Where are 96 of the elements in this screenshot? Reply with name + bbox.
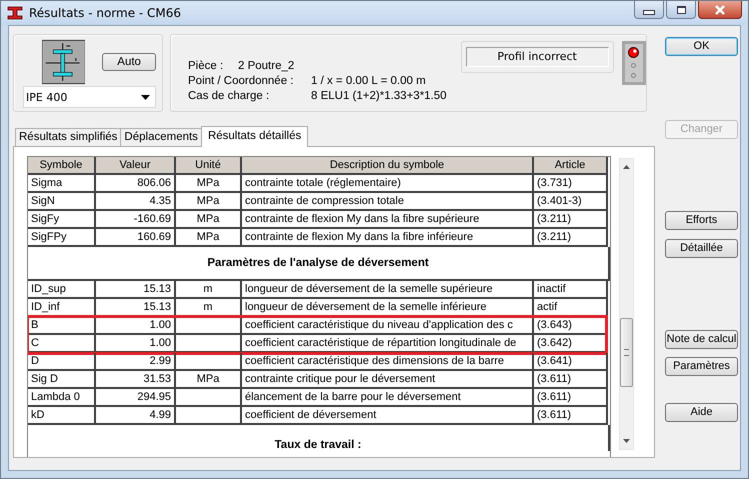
table-cell: kD bbox=[28, 407, 96, 425]
table-cell: D bbox=[28, 353, 96, 371]
table-cell: MPa bbox=[176, 193, 242, 211]
table-cell: contrainte de flexion My dans la fibre inférieure bbox=[242, 229, 534, 247]
dialog-button[interactable]: Détaillée bbox=[665, 239, 738, 258]
table-cell: m bbox=[176, 299, 242, 317]
dialog-button[interactable]: OK bbox=[665, 37, 738, 56]
table-cell: Sigma bbox=[28, 175, 96, 193]
table-cell: (3.611) bbox=[534, 407, 608, 425]
dialog-button[interactable]: Efforts bbox=[665, 211, 738, 230]
info-label: Point / Coordonnée : bbox=[188, 74, 294, 89]
table-cell: (3.611) bbox=[534, 389, 608, 407]
window-title: Résultats - norme - CM66 bbox=[29, 6, 182, 20]
vertical-scrollbar[interactable] bbox=[619, 158, 634, 450]
table-cell: -160.69 bbox=[96, 211, 176, 229]
dialog-button[interactable]: Note de calcul bbox=[665, 330, 738, 349]
table-cell: MPa bbox=[176, 229, 242, 247]
table-cell: 2.99 bbox=[96, 353, 176, 371]
table-cell: contrainte de compression totale bbox=[242, 193, 534, 211]
table-cell: MPa bbox=[176, 175, 242, 193]
table-cell bbox=[176, 317, 242, 335]
traffic-light bbox=[622, 41, 646, 85]
table-cell: MPa bbox=[176, 211, 242, 229]
profile-dropdown[interactable]: IPE 400 bbox=[23, 86, 156, 108]
table-cell: SigFy bbox=[28, 211, 96, 229]
scroll-up-icon bbox=[623, 165, 630, 169]
table-cell: (3.641) bbox=[534, 353, 608, 371]
column-header: Description du symbole bbox=[242, 157, 534, 175]
table-cell: élancement de la barre pour le déversement bbox=[242, 389, 534, 407]
column-header: Unité bbox=[176, 157, 242, 175]
info-value: 2 Poutre_2 bbox=[238, 59, 294, 74]
table-cell: B bbox=[28, 317, 96, 335]
dialog-button[interactable]: Paramètres bbox=[665, 357, 738, 376]
table-cell bbox=[176, 353, 242, 371]
close-icon bbox=[713, 4, 727, 14]
table-cell: coefficient de déversement bbox=[242, 407, 534, 425]
section-heading: Taux de travail : bbox=[274, 439, 362, 451]
table-cell: coefficient caractéristique de répartition longitudinale de bbox=[242, 335, 534, 353]
table-cell: 294.95 bbox=[96, 389, 176, 407]
table-cell: MPa bbox=[176, 371, 242, 389]
info-label: Cas de charge : bbox=[188, 89, 270, 104]
table-cell: 1.00 bbox=[96, 317, 176, 335]
table-cell: (3.643) bbox=[534, 317, 608, 335]
info-value: 1 / x = 0.00 L = 0.00 m bbox=[311, 74, 426, 89]
tab[interactable]: Résultats simplifiés bbox=[15, 128, 122, 146]
table-cell: C bbox=[28, 335, 96, 353]
table-cell: 15.13 bbox=[96, 281, 176, 299]
table-cell bbox=[176, 407, 242, 425]
table-cell: (3.731) bbox=[534, 175, 608, 193]
close-button[interactable] bbox=[698, 1, 742, 19]
table-cell: (3.211) bbox=[534, 211, 608, 229]
table-cell: coefficient caractéristique du niveau d'application des c bbox=[242, 317, 534, 335]
table-cell: m bbox=[176, 281, 242, 299]
table-cell: 806.06 bbox=[96, 175, 176, 193]
table-cell: contrainte de flexion My dans la fibre supérieure bbox=[242, 211, 534, 229]
column-header: Valeur bbox=[96, 157, 176, 175]
table-cell: (3.611) bbox=[534, 371, 608, 389]
table-cell: 31.53 bbox=[96, 371, 176, 389]
maximize-button[interactable] bbox=[666, 1, 696, 19]
auto-button[interactable]: Auto bbox=[102, 53, 156, 71]
status-message: Profil incorrect bbox=[466, 47, 609, 67]
table-cell: Sig D bbox=[28, 371, 96, 389]
info-label: Pièce : bbox=[188, 59, 224, 74]
table-cell: 4.35 bbox=[96, 193, 176, 211]
tab[interactable]: Résultats détaillés bbox=[200, 126, 308, 147]
table-cell: inactif bbox=[534, 281, 608, 299]
table-cell: SigN bbox=[28, 193, 96, 211]
table-cell: longueur de déversement de la semelle inférieure bbox=[242, 299, 534, 317]
section-heading: Paramètres de l'analyse de déversement bbox=[207, 257, 429, 269]
table-cell: 4.99 bbox=[96, 407, 176, 425]
table-cell: ID_sup bbox=[28, 281, 96, 299]
column-header: Symbole bbox=[28, 157, 96, 175]
table-cell: (3.211) bbox=[534, 229, 608, 247]
table-cell: contrainte critique pour le déversement bbox=[242, 371, 534, 389]
table-cell: 15.13 bbox=[96, 299, 176, 317]
scroll-down-icon bbox=[623, 439, 630, 443]
table-cell: ID_inf bbox=[28, 299, 96, 317]
table-cell: coefficient caractéristique des dimensions de la barre bbox=[242, 353, 534, 371]
dropdown-arrow-icon bbox=[141, 94, 150, 100]
table-cell: (3.642) bbox=[534, 335, 608, 353]
table-cell: contrainte totale (réglementaire) bbox=[242, 175, 534, 193]
table-cell: Lambda 0 bbox=[28, 389, 96, 407]
table-cell bbox=[176, 389, 242, 407]
table-cell: actif bbox=[534, 299, 608, 317]
table-cell: (3.401-3) bbox=[534, 193, 608, 211]
info-value: 8 ELU1 (1+2)*1.33+3*1.50 bbox=[311, 89, 447, 104]
table-cell bbox=[176, 335, 242, 353]
table-cell: longueur de déversement de la semelle supérieure bbox=[242, 281, 534, 299]
dialog-button[interactable]: Aide bbox=[665, 403, 738, 422]
minimize-button[interactable] bbox=[634, 1, 664, 19]
table-cell: 1.00 bbox=[96, 335, 176, 353]
app-icon bbox=[7, 6, 23, 20]
i-beam-section-icon bbox=[42, 39, 86, 85]
table-cell: SigFPy bbox=[28, 229, 96, 247]
column-header: Article bbox=[534, 157, 608, 175]
table-cell: 160.69 bbox=[96, 229, 176, 247]
